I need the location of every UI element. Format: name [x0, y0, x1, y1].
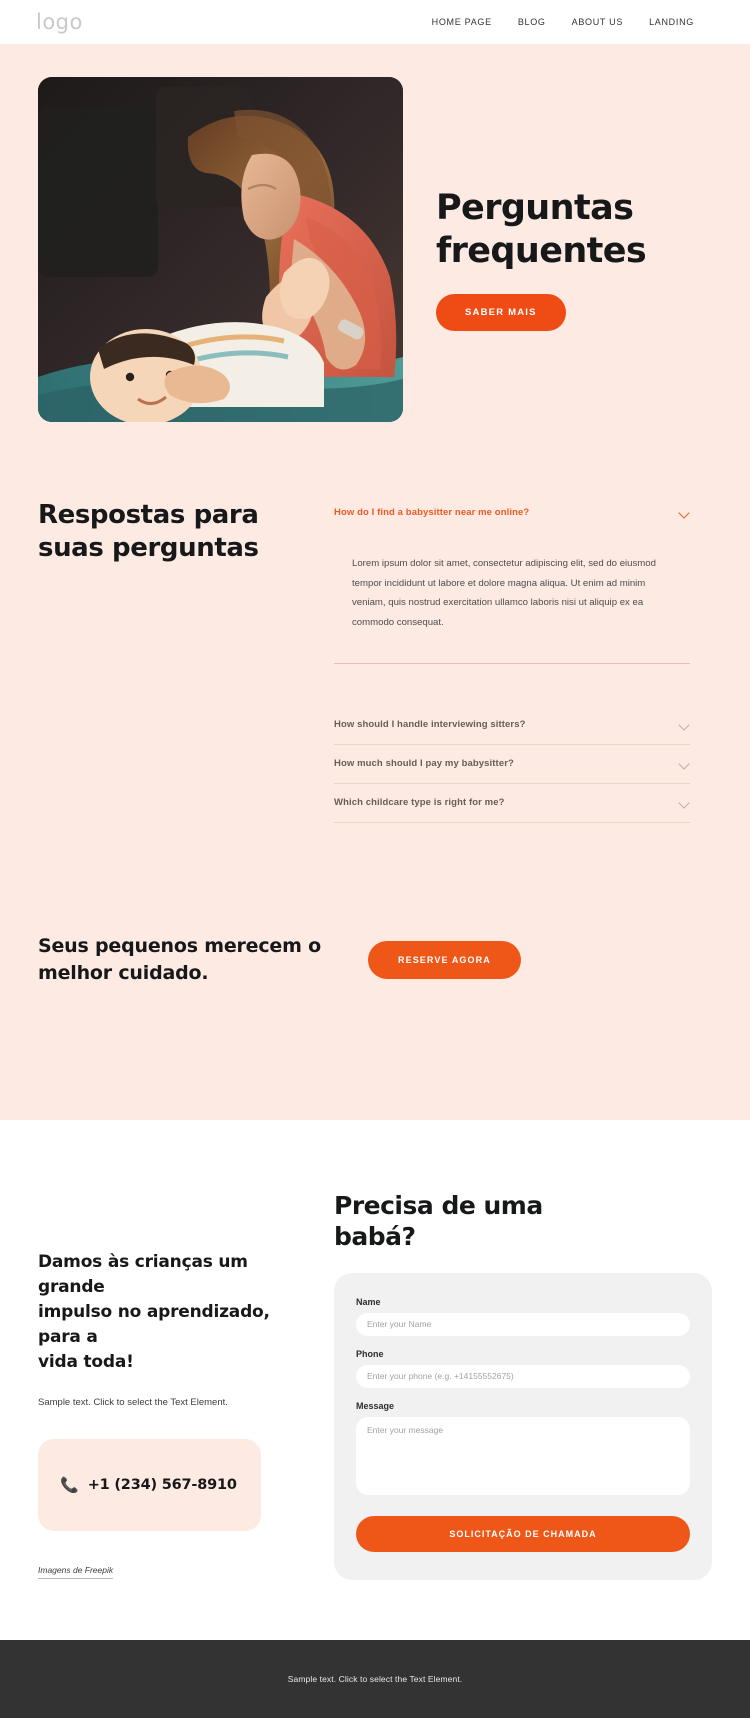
- page-title: Perguntas frequentes: [436, 187, 750, 272]
- image-credit[interactable]: Imagens de Freepik: [38, 1565, 114, 1580]
- contact-heading-line-2: impulso no aprendizado, para a: [38, 1302, 270, 1348]
- phone-input[interactable]: [356, 1364, 690, 1388]
- message-textarea[interactable]: [356, 1416, 690, 1495]
- hero-photo-illustration: [38, 77, 403, 422]
- faq-heading-line-2: suas perguntas: [38, 533, 259, 564]
- nav-link-landing[interactable]: LANDING: [649, 17, 694, 27]
- site-header: logo HOME PAGE BLOG ABOUT US LANDING: [0, 0, 750, 44]
- faq-question-row-4[interactable]: Which childcare type is right for me?: [334, 784, 690, 822]
- contact-subtext: Sample text. Click to select the Text El…: [38, 1396, 228, 1408]
- faq-question-row-1[interactable]: How do I find a babysitter near me onlin…: [334, 494, 690, 532]
- form-heading: Precisa de uma babá?: [334, 1190, 712, 1252]
- faq-item-2[interactable]: How should I handle interviewing sitters…: [334, 706, 690, 745]
- main-navigation: HOME PAGE BLOG ABOUT US LANDING: [432, 17, 714, 27]
- nav-link-blog[interactable]: BLOG: [518, 17, 546, 27]
- phone-card[interactable]: 📞 +1 (234) 567-8910: [38, 1439, 261, 1532]
- hero-title-line-1: Perguntas: [436, 188, 634, 228]
- faq-accordion: How do I find a babysitter near me onlin…: [284, 494, 712, 823]
- chevron-down-icon[interactable]: [679, 758, 690, 769]
- hero-image-container: [38, 77, 403, 422]
- contact-info-block: Damos às crianças um grande impulso no a…: [38, 1190, 308, 1580]
- cta-heading: Seus pequenos merecem o melhor cuidado.: [38, 933, 368, 988]
- chevron-down-icon[interactable]: [679, 719, 690, 730]
- phone-number[interactable]: +1 (234) 567-8910: [88, 1477, 237, 1493]
- nav-link-about-us[interactable]: ABOUT US: [572, 17, 623, 27]
- footer-text: Sample text. Click to select the Text El…: [287, 1673, 463, 1684]
- name-input[interactable]: [356, 1312, 690, 1336]
- faq-question-2: How should I handle interviewing sitters…: [334, 718, 526, 730]
- faq-question-row-2[interactable]: How should I handle interviewing sitters…: [334, 706, 690, 744]
- hero-content: Perguntas frequentes SABER MAIS: [403, 77, 750, 332]
- contact-form-block: Precisa de uma babá? Name Phone Message …: [334, 1190, 712, 1580]
- faq-item-3[interactable]: How much should I pay my babysitter?: [334, 745, 690, 784]
- saber-mais-button[interactable]: SABER MAIS: [436, 294, 566, 332]
- faq-item-1[interactable]: How do I find a babysitter near me onlin…: [334, 494, 690, 664]
- reserve-agora-button[interactable]: RESERVE AGORA: [368, 941, 521, 980]
- contact-heading: Damos às crianças um grande impulso no a…: [38, 1250, 308, 1376]
- contact-form: Name Phone Message SOLICITAÇÃO DE CHAMAD…: [334, 1272, 712, 1580]
- contact-heading-line-1: Damos às crianças um grande: [38, 1251, 248, 1297]
- hero-title-line-2: frequentes: [436, 230, 647, 271]
- faq-answer-1: Lorem ipsum dolor sit amet, consectetur …: [352, 558, 656, 628]
- cta-band: Seus pequenos merecem o melhor cuidado. …: [0, 822, 750, 1120]
- faq-question-3: How much should I pay my babysitter?: [334, 757, 514, 769]
- cta-heading-line-1: Seus pequenos merecem o: [38, 934, 321, 957]
- chevron-down-icon[interactable]: [679, 507, 690, 518]
- nav-link-home-page[interactable]: HOME PAGE: [432, 17, 492, 27]
- phone-label: Phone: [356, 1348, 384, 1359]
- logo[interactable]: logo: [36, 10, 83, 34]
- chevron-down-icon[interactable]: [679, 797, 690, 808]
- faq-item-4[interactable]: Which childcare type is right for me?: [334, 784, 690, 823]
- faq-section: Respostas para suas perguntas How do I f…: [0, 482, 750, 823]
- faq-heading-line-1: Respostas para: [38, 500, 259, 530]
- hero-section: Perguntas frequentes SABER MAIS: [0, 44, 750, 482]
- form-heading-line-2: babá?: [334, 1221, 416, 1251]
- faq-heading: Respostas para suas perguntas: [38, 499, 284, 566]
- phone-icon: 📞: [60, 1476, 79, 1494]
- site-footer: Sample text. Click to select the Text El…: [0, 1639, 750, 1718]
- faq-question-row-3[interactable]: How much should I pay my babysitter?: [334, 745, 690, 783]
- faq-spacer: [334, 664, 690, 706]
- cta-heading-line-2: melhor cuidado.: [38, 962, 209, 985]
- message-label: Message: [356, 1400, 395, 1411]
- contact-heading-line-3: vida toda!: [38, 1352, 134, 1373]
- faq-question-4: Which childcare type is right for me?: [334, 796, 505, 808]
- contact-section: Damos às crianças um grande impulso no a…: [0, 1119, 750, 1640]
- submit-call-request-button[interactable]: SOLICITAÇÃO DE CHAMADA: [356, 1515, 690, 1552]
- hero-image: [38, 77, 403, 422]
- faq-question-1: How do I find a babysitter near me onlin…: [334, 507, 530, 518]
- faq-heading-block: Respostas para suas perguntas: [38, 494, 284, 823]
- form-heading-line-1: Precisa de uma: [334, 1190, 543, 1220]
- name-label: Name: [356, 1296, 381, 1307]
